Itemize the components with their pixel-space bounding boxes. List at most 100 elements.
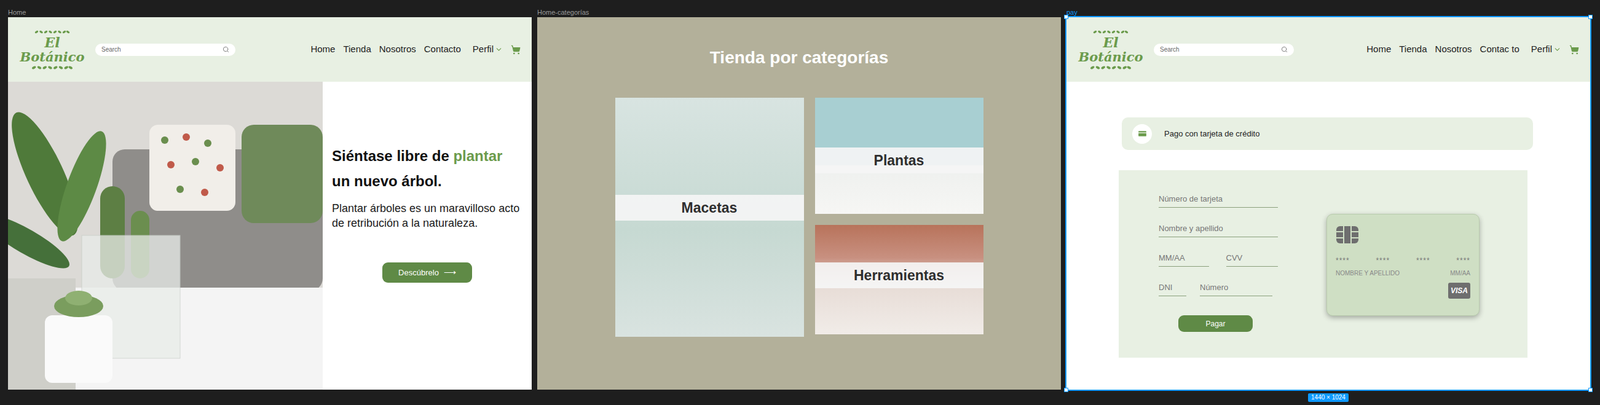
form-field[interactable]: Número de tarjeta	[1158, 193, 1278, 208]
card-brand: VISA	[1448, 282, 1471, 299]
category-label: Plantas	[815, 147, 984, 174]
number-group: ****	[1375, 255, 1390, 267]
frame-column: pay ElBotánico Search Home Tienda Nosotros Con…	[1066, 7, 1591, 402]
leaves-icon	[33, 28, 71, 36]
leaves-icon	[1089, 64, 1133, 71]
credit-card-preview: ****************NOMBRE Y APELLIDOMM/AAVI…	[1326, 213, 1480, 316]
cart-icon[interactable]	[510, 44, 521, 55]
nav-item[interactable]: Tienda	[342, 42, 371, 57]
nav: Home Tienda Nosotros Contac to Perfil	[1366, 42, 1580, 57]
category-tile[interactable]: Macetas	[615, 97, 804, 337]
nav-item[interactable]: Contacto	[424, 42, 462, 57]
leaves-icon	[1092, 28, 1130, 36]
hero-heading: Siéntase libre de plantar un nuevo árbol…	[331, 143, 523, 194]
category-tile[interactable]: Herramientas	[815, 224, 984, 335]
form-field[interactable]: CVV	[1226, 252, 1278, 267]
search-placeholder: Search	[1159, 44, 1180, 55]
category-label: Macetas	[615, 194, 804, 221]
frame-column: Home-categorías Tienda por categorías Mace…	[537, 7, 1061, 390]
search-field[interactable]: Search	[1153, 43, 1294, 56]
heading-highlight: plantar	[453, 147, 503, 165]
nav-item[interactable]: Nosotros	[1435, 42, 1473, 57]
frame-wrapper: Tienda por categorías Macetas Plantas Herra…	[537, 17, 1061, 390]
frame-wrapper: ElBotánico Search Home Tienda Nosotros Contac…	[7, 17, 532, 390]
form-row: MM/AA CVV	[1158, 252, 1278, 267]
hero-text: Siéntase libre de plantar un nuevo árbol…	[322, 81, 532, 390]
size-badge: 1440 × 1024	[1308, 393, 1349, 402]
resize-handle[interactable]	[1588, 14, 1593, 20]
form-row: Número de tarjeta	[1158, 193, 1278, 208]
category-tile[interactable]: Plantas	[815, 97, 984, 214]
logo[interactable]: ElBotánico	[14, 28, 91, 71]
payment-panel: Número de tarjeta Nombre y apellido MM/AA C…	[1118, 170, 1528, 358]
category-grid: Macetas Plantas Herramientas	[615, 97, 984, 337]
button-label: Descúbrelo	[398, 266, 439, 280]
arrow-glyph: ⟶	[443, 266, 457, 280]
categories-page: Tienda por categorías Macetas Plantas Herra…	[537, 17, 1061, 390]
logo[interactable]: ElBotánico	[1072, 28, 1149, 71]
frame[interactable]: ElBotánico Search Home Tienda Nosotros Contac…	[7, 17, 532, 390]
plant-photo	[7, 81, 323, 390]
cart-icon[interactable]	[1569, 44, 1580, 55]
number-group: ****	[1416, 255, 1431, 267]
pay-page: ElBotánico Search Home Tienda Nosotros Contac…	[1066, 17, 1591, 390]
frame-label[interactable]: Home	[7, 7, 532, 18]
site-header: ElBotánico Search Home Tienda Nosotros Contac…	[7, 17, 532, 82]
chip-icon	[1335, 225, 1360, 245]
frame[interactable]: Tienda por categorías Macetas Plantas Herra…	[537, 17, 1061, 390]
card-number: **** **** **** ****	[1335, 255, 1471, 267]
form-field[interactable]: Número	[1199, 282, 1273, 297]
nav-item[interactable]: Nosotros	[379, 42, 417, 57]
search-field[interactable]: Search	[95, 43, 236, 56]
form-field[interactable]: MM/AA	[1158, 252, 1210, 267]
profile-menu[interactable]: Perfil	[1531, 42, 1562, 57]
logo-top: El	[1102, 35, 1119, 50]
nav-item[interactable]: Home	[310, 42, 335, 57]
card-name: NOMBRE Y APELLIDO	[1335, 268, 1400, 278]
discover-button[interactable]: Descúbrelo ⟶	[382, 262, 473, 283]
card-labels: NOMBRE Y APELLIDO MM/AA	[1335, 268, 1471, 278]
nav: Home Tienda Nosotros Contacto Perfil	[310, 42, 521, 57]
logo-top: El	[44, 35, 60, 50]
search-icon	[1280, 46, 1288, 53]
category-column: Plantas Herramientas	[815, 97, 984, 337]
resize-handle[interactable]	[1588, 387, 1593, 393]
home-page: ElBotánico Search Home Tienda Nosotros Contac…	[7, 17, 532, 390]
form-row: Nombre y apellido	[1158, 223, 1278, 238]
nav-item[interactable]: Contac to	[1480, 42, 1520, 57]
leaves-icon	[30, 64, 74, 71]
card-expiry: MM/AA	[1450, 268, 1471, 278]
pay-button[interactable]: Pagar	[1178, 315, 1253, 332]
category-label: Herramientas	[815, 262, 984, 289]
method-icon-circle	[1132, 124, 1152, 144]
form-field[interactable]: DNI	[1158, 282, 1187, 297]
frame[interactable]: ElBotánico Search Home Tienda Nosotros Contac…	[1066, 17, 1591, 390]
hero: Siéntase libre de plantar un nuevo árbol…	[7, 81, 532, 390]
resize-handle[interactable]	[1064, 387, 1069, 393]
logo-bottom: Botánico	[19, 49, 85, 65]
frame-label[interactable]: pay	[1066, 7, 1591, 18]
payment-method[interactable]: Pago con tarjeta de crédito	[1121, 117, 1534, 150]
method-label: Pago con tarjeta de crédito	[1164, 127, 1260, 141]
design-canvas: HomeElBotánicoSearchHomeTiendaNosotrosCo…	[0, 0, 1600, 405]
site-header: ElBotánico Search Home Tienda Nosotros Contac…	[1066, 17, 1591, 82]
frame-wrapper: ElBotánico Search Home Tienda Nosotros Contac…	[1066, 17, 1591, 390]
chevron-down-icon	[1553, 45, 1562, 54]
frame-column: Home ElBotánico Search Home Tienda Nosotros Co…	[7, 7, 532, 390]
search-placeholder: Search	[101, 44, 122, 55]
credit-card-icon	[1137, 128, 1148, 139]
nav-item[interactable]: Home	[1366, 42, 1392, 57]
search-icon	[222, 46, 230, 53]
logo-bottom: Botánico	[1078, 49, 1143, 65]
resize-handle[interactable]	[1064, 14, 1069, 20]
form-field[interactable]: Nombre y apellido	[1158, 223, 1278, 238]
chevron-down-icon	[494, 45, 503, 54]
profile-menu[interactable]: Perfil	[472, 42, 503, 57]
number-group: ****	[1335, 255, 1350, 267]
nav-item[interactable]: Tienda	[1399, 42, 1427, 57]
form-row: DNI Número	[1158, 282, 1278, 297]
payment-form: Número de tarjeta Nombre y apellido MM/AA C…	[1158, 170, 1278, 332]
frame-label[interactable]: Home-categorías	[537, 7, 1061, 18]
number-group: ****	[1456, 255, 1471, 267]
categories-title: Tienda por categorías	[709, 46, 889, 69]
